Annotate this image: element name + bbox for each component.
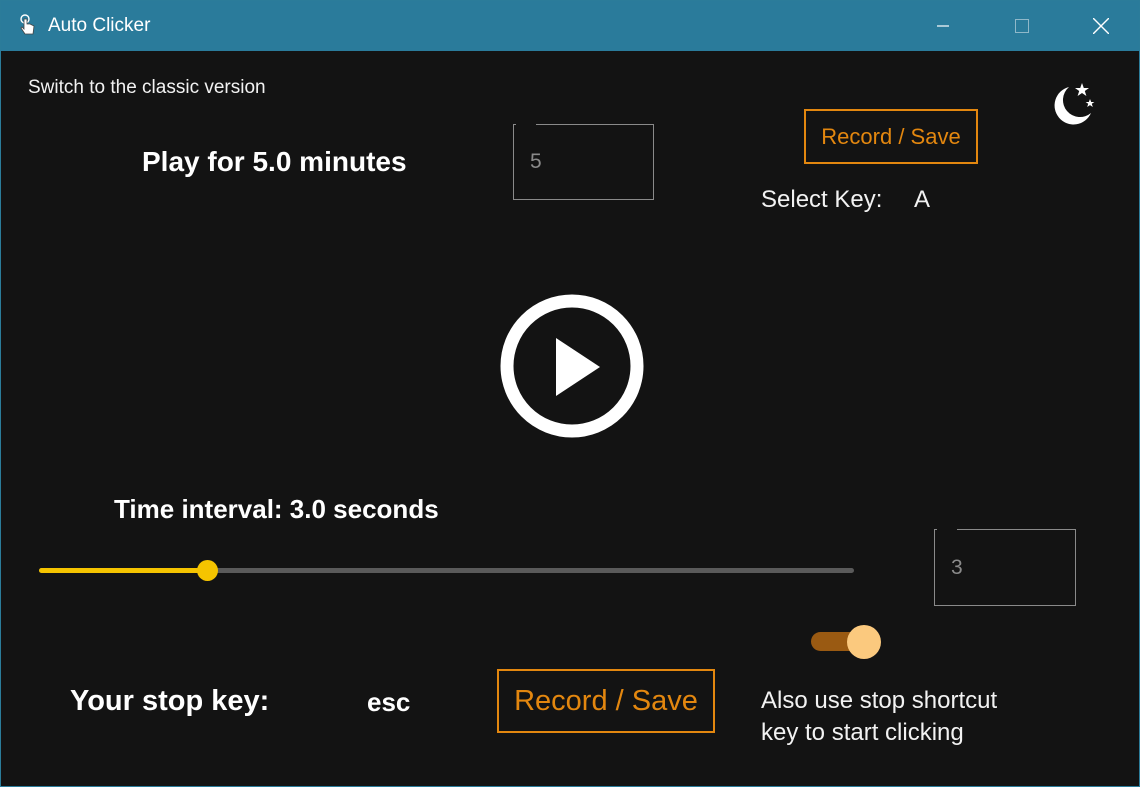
title-bar[interactable]: Auto Clicker xyxy=(1,1,1139,51)
toggle-knob xyxy=(847,625,881,659)
window-title: Auto Clicker xyxy=(48,15,151,36)
slider-thumb[interactable] xyxy=(196,560,218,581)
minutes-input[interactable]: 5 xyxy=(513,124,654,200)
maximize-icon xyxy=(1015,19,1029,33)
play-button[interactable] xyxy=(499,293,645,439)
app-window: Auto Clicker Switch to the classic versi… xyxy=(0,0,1140,787)
minimize-icon xyxy=(937,25,949,27)
stop-shortcut-toggle[interactable] xyxy=(809,625,883,659)
seconds-input[interactable]: 3 xyxy=(934,529,1076,606)
close-icon xyxy=(1093,18,1109,34)
select-key-label: Select Key: xyxy=(761,186,883,213)
stop-shortcut-description: Also use stop shortcut key to start clic… xyxy=(761,685,1081,749)
record-save-stop-key-button[interactable]: Record / Save xyxy=(497,669,715,733)
record-save-key-button[interactable]: Record / Save xyxy=(804,109,978,164)
pointer-hand-icon xyxy=(20,14,35,35)
selected-key-value: A xyxy=(914,186,931,213)
shortcut-line-1: Also use stop shortcut xyxy=(761,687,998,714)
close-button[interactable] xyxy=(1062,1,1140,51)
classic-version-link[interactable]: Switch to the classic version xyxy=(28,77,266,99)
interval-slider[interactable] xyxy=(39,557,854,585)
duration-label: Play for 5.0 minutes xyxy=(142,146,407,177)
maximize-button[interactable] xyxy=(983,1,1061,51)
minutes-input-value: 5 xyxy=(530,150,542,173)
stop-key-label: Your stop key: xyxy=(70,685,270,717)
play-circle-icon xyxy=(500,294,644,438)
seconds-input-value: 3 xyxy=(951,555,963,579)
minimize-button[interactable] xyxy=(904,1,982,51)
stop-key-value: esc xyxy=(367,687,411,717)
moon-stars-icon[interactable] xyxy=(1047,81,1097,129)
shortcut-line-2: key to start clicking xyxy=(761,719,964,746)
interval-label: Time interval: 3.0 seconds xyxy=(114,494,439,524)
slider-fill xyxy=(39,568,207,573)
